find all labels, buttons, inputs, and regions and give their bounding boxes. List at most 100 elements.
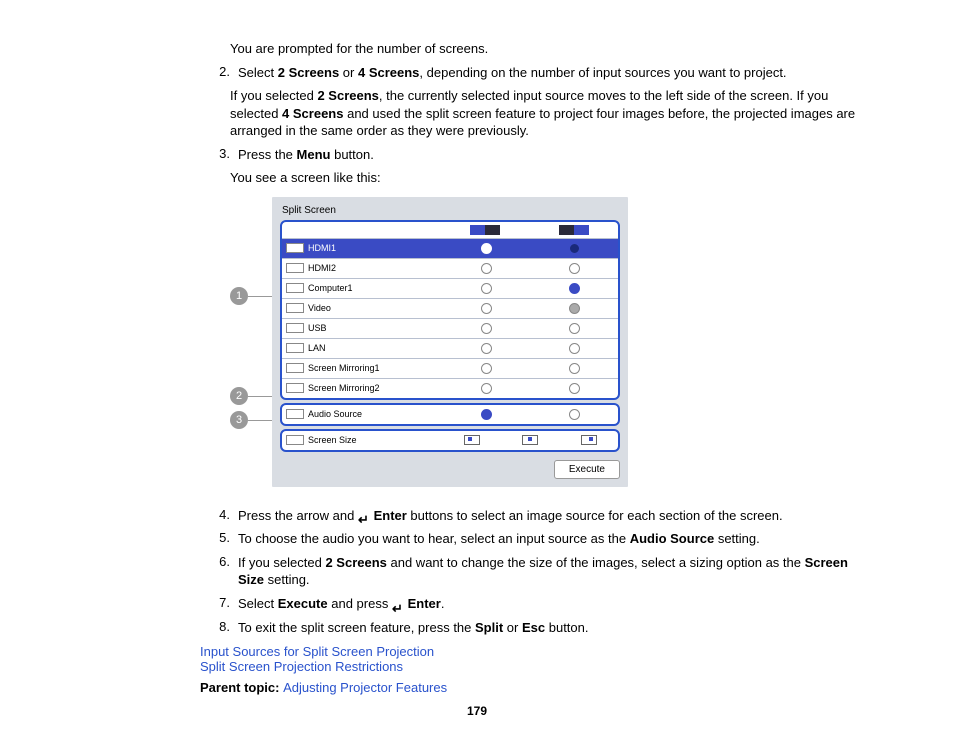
t: buttons to select an image source for ea…: [407, 508, 783, 523]
t: Esc: [522, 620, 545, 635]
link-parent[interactable]: Adjusting Projector Features: [283, 680, 447, 695]
t: and want to change the size of the image…: [387, 555, 805, 570]
step-8: 8. To exit the split screen feature, pre…: [200, 619, 859, 637]
t: 4 Screens: [358, 65, 419, 80]
callout-line: [248, 396, 272, 397]
t: 2 Screens: [317, 88, 378, 103]
t: Audio Source: [308, 409, 362, 419]
step-6: 6. If you selected 2 Screens and want to…: [200, 554, 859, 589]
link-restrictions[interactable]: Split Screen Projection Restrictions: [200, 659, 403, 674]
radio-icon: [481, 243, 492, 254]
t: setting.: [264, 572, 310, 587]
t: HDMI2: [308, 263, 336, 273]
radio-icon: [481, 303, 492, 314]
t: HDMI1: [308, 243, 336, 253]
size-section: Screen Size: [280, 429, 620, 452]
radio-icon: [569, 263, 580, 274]
hdmi-icon: [286, 263, 304, 273]
link-input-sources[interactable]: Input Sources for Split Screen Projectio…: [200, 644, 434, 659]
radio-icon: [569, 323, 580, 334]
size-opt-icon: [464, 435, 480, 445]
table-row: Computer1: [282, 278, 618, 298]
t: button.: [330, 147, 373, 162]
t: Press the: [238, 147, 297, 162]
t: Press the arrow and: [238, 508, 358, 523]
split-screen-figure: 1 2 3 Split Screen HDMI1 HDMI2 Computer1…: [230, 197, 859, 487]
radio-icon: [481, 283, 492, 294]
t: Split: [475, 620, 503, 635]
t: Video: [308, 303, 331, 313]
hdmi-icon: [286, 243, 304, 253]
step-2-sub: If you selected 2 Screens, the currently…: [230, 87, 859, 140]
parent-topic: Parent topic: Adjusting Projector Featur…: [200, 680, 859, 695]
osd-panel: Split Screen HDMI1 HDMI2 Computer1 Video…: [272, 197, 628, 487]
t: To exit the split screen feature, press …: [238, 620, 475, 635]
step-num: 5.: [200, 530, 238, 548]
t: LAN: [308, 343, 326, 353]
size-row: Screen Size: [282, 431, 618, 450]
radio-icon: [481, 383, 492, 394]
execute-row: Execute: [280, 460, 620, 479]
t: Enter: [374, 508, 407, 523]
t: .: [441, 596, 445, 611]
table-row: LAN: [282, 338, 618, 358]
table-row: Screen Mirroring1: [282, 358, 618, 378]
t: 4 Screens: [282, 106, 343, 121]
t: 2 Screens: [278, 65, 339, 80]
callouts: 1 2 3: [230, 197, 272, 457]
step-3-sub: You see a screen like this:: [230, 169, 859, 187]
intro-text: You are prompted for the number of scree…: [230, 40, 859, 58]
t: Computer1: [308, 283, 353, 293]
step-num: 3.: [200, 146, 238, 164]
source-table: HDMI1 HDMI2 Computer1 Video USB LAN Scre…: [280, 220, 620, 400]
radio-icon: [481, 343, 492, 354]
radio-icon: [481, 263, 492, 274]
radio-icon: [481, 409, 492, 420]
t: or: [339, 65, 358, 80]
radio-icon: [569, 343, 580, 354]
callout-2: 2: [230, 387, 248, 405]
radio-icon: [569, 303, 580, 314]
radio-icon: [569, 409, 580, 420]
step-num: 8.: [200, 619, 238, 637]
table-row: HDMI2: [282, 258, 618, 278]
t: Parent topic:: [200, 680, 283, 695]
t: setting.: [714, 531, 760, 546]
lan-icon: [286, 343, 304, 353]
t: USB: [308, 323, 327, 333]
step-body: Select 2 Screens or 4 Screens, depending…: [238, 64, 859, 82]
t: If you selected: [238, 555, 325, 570]
t: Enter: [408, 596, 441, 611]
mirror-icon: [286, 383, 304, 393]
table-row: USB: [282, 318, 618, 338]
callout-line: [248, 420, 272, 421]
radio-icon: [569, 283, 580, 294]
t: button.: [545, 620, 588, 635]
usb-icon: [286, 323, 304, 333]
mirror-icon: [286, 363, 304, 373]
enter-icon: [392, 600, 404, 610]
step-num: 6.: [200, 554, 238, 589]
radio-icon: [569, 363, 580, 374]
audio-icon: [286, 409, 304, 419]
step-body: To exit the split screen feature, press …: [238, 619, 859, 637]
step-body: To choose the audio you want to hear, se…: [238, 530, 859, 548]
radio-icon: [481, 363, 492, 374]
video-icon: [286, 303, 304, 313]
step-body: Press the arrow and Enter buttons to sel…: [238, 507, 859, 525]
execute-button[interactable]: Execute: [554, 460, 620, 479]
size-opt-icon: [581, 435, 597, 445]
t: Audio Source: [630, 531, 715, 546]
step-2: 2. Select 2 Screens or 4 Screens, depend…: [200, 64, 859, 82]
table-row: HDMI1: [282, 238, 618, 258]
step-5: 5. To choose the audio you want to hear,…: [200, 530, 859, 548]
audio-section: Audio Source: [280, 403, 620, 426]
enter-icon: [358, 511, 370, 521]
table-header: [282, 222, 618, 238]
related-links: Input Sources for Split Screen Projectio…: [200, 644, 859, 695]
step-3: 3. Press the Menu button.: [200, 146, 859, 164]
callout-3: 3: [230, 411, 248, 429]
step-7: 7. Select Execute and press Enter.: [200, 595, 859, 613]
step-num: 2.: [200, 64, 238, 82]
t: To choose the audio you want to hear, se…: [238, 531, 630, 546]
